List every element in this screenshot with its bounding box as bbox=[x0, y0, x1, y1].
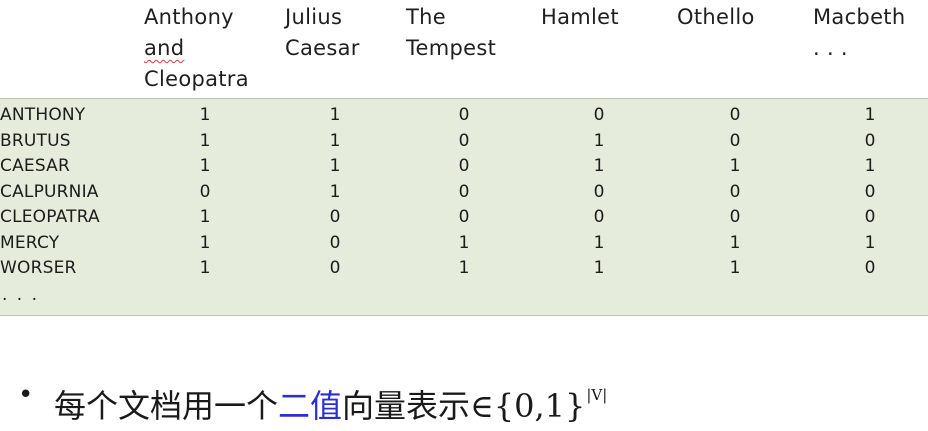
table-cell: 1 bbox=[593, 156, 605, 176]
bullet-point: • 每个文档用一个二值向量表示∈{0,1}|V| bbox=[18, 370, 608, 425]
table-cell: 1 bbox=[199, 207, 211, 227]
table-cell: 1 bbox=[199, 156, 211, 176]
table-cell: 0 bbox=[593, 181, 605, 202]
incidence-matrix: ANTHONY 1 1 0 0 0 1 BRUTUS 1 1 0 1 0 0 CAESAR 1 1 0 1 1 1 CAL… bbox=[0, 98, 928, 316]
table-cell: 1 bbox=[458, 258, 470, 278]
term-label: WORSER bbox=[0, 258, 77, 278]
table-row: ANTHONY 1 1 0 0 0 1 bbox=[0, 103, 928, 128]
table-cell: 0 bbox=[864, 130, 876, 151]
table-cell: 0 bbox=[729, 181, 741, 202]
bullet-superscript: |V| bbox=[586, 386, 608, 404]
table-cell: 0 bbox=[864, 258, 876, 278]
table-cell: 0 bbox=[593, 207, 605, 227]
table-cell: 1 bbox=[864, 232, 876, 253]
table-cell: 1 bbox=[729, 232, 741, 253]
table-cell: 0 bbox=[458, 156, 470, 176]
table-cell: 1 bbox=[864, 105, 876, 125]
table-cell: 0 bbox=[729, 207, 741, 227]
table-row: CALPURNIA 0 1 0 0 0 0 bbox=[0, 180, 928, 205]
table-cell: 1 bbox=[864, 156, 876, 176]
table-cell: 1 bbox=[458, 232, 470, 253]
term-label: ANTHONY bbox=[0, 105, 86, 125]
column-header-anthony-and-cleopatra: Anthony and Cleopatra bbox=[144, 5, 249, 91]
table-cell: 0 bbox=[864, 207, 876, 227]
table-cell: 1 bbox=[593, 232, 605, 253]
table-cell: 0 bbox=[729, 105, 741, 125]
table-cell: 0 bbox=[329, 207, 341, 227]
table-cell: 1 bbox=[329, 130, 341, 151]
table-cell: 0 bbox=[458, 130, 470, 151]
column-header-hamlet: Hamlet bbox=[541, 5, 619, 29]
table-row: CAESAR 1 1 0 1 1 1 bbox=[0, 154, 928, 179]
term-label: BRUTUS bbox=[0, 130, 71, 151]
table-cell: 1 bbox=[593, 130, 605, 151]
table-cell: 0 bbox=[593, 105, 605, 125]
table-cell: 0 bbox=[199, 181, 211, 202]
bullet-text-before: 每个文档用一个 bbox=[54, 387, 279, 425]
table-cell: 1 bbox=[729, 258, 741, 278]
table-cell: 0 bbox=[864, 181, 876, 202]
table-cell: 0 bbox=[329, 258, 341, 278]
table-cell: 1 bbox=[329, 105, 341, 125]
table-cell: 0 bbox=[329, 232, 341, 253]
column-header-macbeth: Macbeth . . . bbox=[813, 5, 906, 60]
term-label: CALPURNIA bbox=[0, 181, 99, 202]
table-cell: 0 bbox=[458, 105, 470, 125]
table-cell: 1 bbox=[729, 156, 741, 176]
table-cell: 1 bbox=[199, 232, 211, 253]
term-label: MERCY bbox=[0, 232, 60, 253]
bullet-marker: • bbox=[18, 380, 34, 410]
table-row: WORSER 1 0 1 1 1 0 bbox=[0, 256, 928, 281]
table-cell: 1 bbox=[199, 258, 211, 278]
column-header-julius-caesar: Julius Caesar bbox=[285, 5, 360, 60]
table-cell: 1 bbox=[593, 258, 605, 278]
rows-ellipsis: . . . bbox=[2, 285, 40, 305]
table-cell: 1 bbox=[329, 181, 341, 202]
table-row: BRUTUS 1 1 0 1 0 0 bbox=[0, 129, 928, 154]
column-header-othello: Othello bbox=[677, 5, 755, 29]
column-header: Anthony and Cleopatra Julius Caesar The … bbox=[0, 0, 928, 98]
table-cell: 0 bbox=[458, 207, 470, 227]
term-label: CLEOPATRA bbox=[0, 207, 100, 227]
table-cell: 1 bbox=[329, 156, 341, 176]
table-cell: 0 bbox=[458, 181, 470, 202]
table-cell: 1 bbox=[199, 105, 211, 125]
bullet-text-after: 向量表示∈{0,1} bbox=[342, 387, 586, 425]
table-row: MERCY 1 0 1 1 1 1 bbox=[0, 231, 928, 256]
table-row: CLEOPATRA 1 0 0 0 0 0 bbox=[0, 205, 928, 230]
bullet-highlight-text: 二值 bbox=[278, 387, 343, 425]
term-label: CAESAR bbox=[0, 156, 70, 176]
column-header-the-tempest: The Tempest bbox=[406, 5, 497, 60]
table-cell: 1 bbox=[199, 130, 211, 151]
spellcheck-underlined-word: and bbox=[144, 36, 185, 60]
table-cell: 0 bbox=[729, 130, 741, 151]
